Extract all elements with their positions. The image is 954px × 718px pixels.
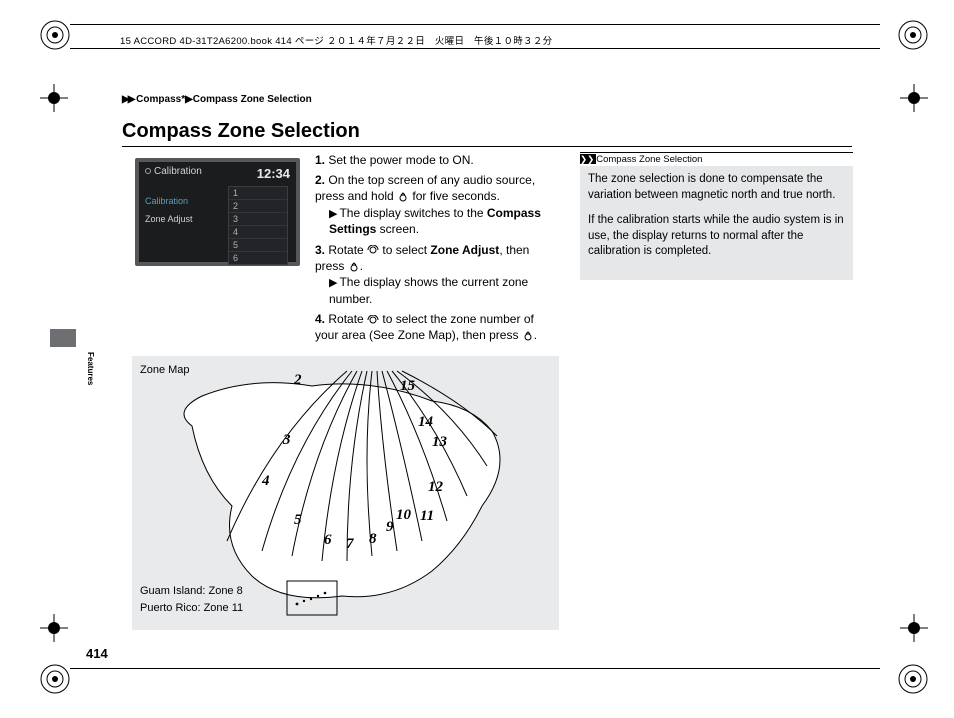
- breadcrumb-part: Compass: [136, 94, 181, 105]
- info-panel: The zone selection is done to compensate…: [580, 166, 853, 280]
- footer-rule: [70, 668, 880, 669]
- step-text: for five seconds.: [409, 189, 500, 203]
- step-text: Rotate: [328, 243, 367, 257]
- header-meta-text: 15 ACCORD 4D-31T2A6200.book 414 ページ ２０１４…: [120, 33, 552, 47]
- zone-label: 4: [262, 473, 270, 490]
- zone-label: 3: [283, 432, 291, 449]
- zone-label: 5: [294, 512, 302, 529]
- substep-arrow-icon: ▶: [329, 277, 339, 289]
- list-item: 1: [229, 187, 287, 200]
- page-number: 414: [86, 646, 108, 661]
- display-zone-list: 1 2 3 4 5 6: [228, 186, 288, 265]
- info-chevron-icon: ❯❯: [580, 154, 596, 164]
- step-text: .: [534, 328, 537, 342]
- selector-rotate-icon: [367, 245, 379, 255]
- breadcrumb-sep: ▶: [185, 94, 193, 105]
- zone-label: 10: [396, 507, 411, 524]
- reg-mark-icon: [896, 662, 930, 696]
- zone-label: 11: [420, 508, 434, 525]
- step-bold: Zone Adjust: [430, 243, 499, 257]
- crosshair-icon: [900, 614, 928, 642]
- crosshair-icon: [40, 84, 68, 112]
- display-header-label: Calibration: [154, 166, 202, 177]
- substep-text: screen.: [376, 222, 419, 236]
- list-item: 3: [229, 213, 287, 226]
- substep-text: The display switches to the: [339, 206, 486, 220]
- step-text: .: [360, 259, 363, 273]
- info-heading-text: Compass Zone Selection: [596, 154, 702, 165]
- breadcrumb: ▶▶ Compass*▶Compass Zone Selection: [122, 94, 312, 105]
- zone-label: 8: [369, 531, 377, 548]
- map-note-guam: Guam Island: Zone 8: [140, 583, 243, 601]
- crosshair-icon: [40, 614, 68, 642]
- substep-text: The display shows the current zone numbe…: [329, 275, 528, 306]
- selector-push-icon: [348, 262, 360, 272]
- crosshair-icon: [900, 84, 928, 112]
- instruction-steps: 1. Set the power mode to ON. 2. On the t…: [315, 152, 560, 347]
- zone-label: 13: [432, 434, 447, 451]
- reg-mark-icon: [896, 18, 930, 52]
- zone-label: 6: [324, 532, 332, 549]
- title-rule: [122, 146, 852, 147]
- zone-label: 12: [428, 479, 443, 496]
- list-item: 4: [229, 226, 287, 239]
- selector-push-icon: [397, 192, 409, 202]
- step-text: Rotate: [328, 312, 367, 326]
- info-panel-heading: ❯❯Compass Zone Selection: [580, 152, 853, 165]
- reg-mark-icon: [38, 18, 72, 52]
- section-tab-marker: [50, 329, 76, 347]
- selector-rotate-icon: [367, 315, 379, 325]
- info-paragraph: If the calibration starts while the audi…: [588, 213, 845, 260]
- info-paragraph: The zone selection is done to compensate…: [588, 172, 845, 203]
- step-number: 1.: [315, 153, 325, 167]
- list-item: 6: [229, 252, 287, 264]
- zone-label: 2: [294, 372, 302, 389]
- step-number: 2.: [315, 173, 325, 187]
- reg-mark-icon: [38, 662, 72, 696]
- breadcrumb-part: Compass Zone Selection: [193, 94, 312, 105]
- map-note-pr: Puerto Rico: Zone 11: [140, 600, 243, 618]
- step-text: to select: [379, 243, 430, 257]
- step-text: Set the power mode to ON.: [328, 153, 473, 167]
- zone-label: 7: [346, 536, 354, 553]
- selector-push-icon: [522, 331, 534, 341]
- section-tab-label: Features: [86, 352, 95, 385]
- display-clock: 12:34: [257, 166, 290, 181]
- breadcrumb-arrows: ▶▶: [122, 94, 133, 105]
- step-number: 4.: [315, 312, 325, 326]
- zone-label: 15: [400, 378, 415, 395]
- step-number: 3.: [315, 243, 325, 257]
- list-item: 2: [229, 200, 287, 213]
- zone-label: 9: [386, 519, 394, 536]
- list-item: 5: [229, 239, 287, 252]
- display-menu-zone-adjust: Zone Adjust: [145, 210, 193, 228]
- device-display-illustration: Calibration 12:34 Calibration Zone Adjus…: [135, 158, 300, 266]
- zone-label: 14: [418, 414, 433, 431]
- substep-arrow-icon: ▶: [329, 208, 339, 220]
- page-title: Compass Zone Selection: [122, 120, 360, 143]
- zone-map-figure: Zone Map 2 3 4 5 6 7 8 9 10 11 12 13 14: [132, 356, 559, 630]
- header-rule: [70, 48, 880, 49]
- display-menu-calibration: Calibration: [145, 192, 193, 210]
- header-rule: [70, 24, 880, 25]
